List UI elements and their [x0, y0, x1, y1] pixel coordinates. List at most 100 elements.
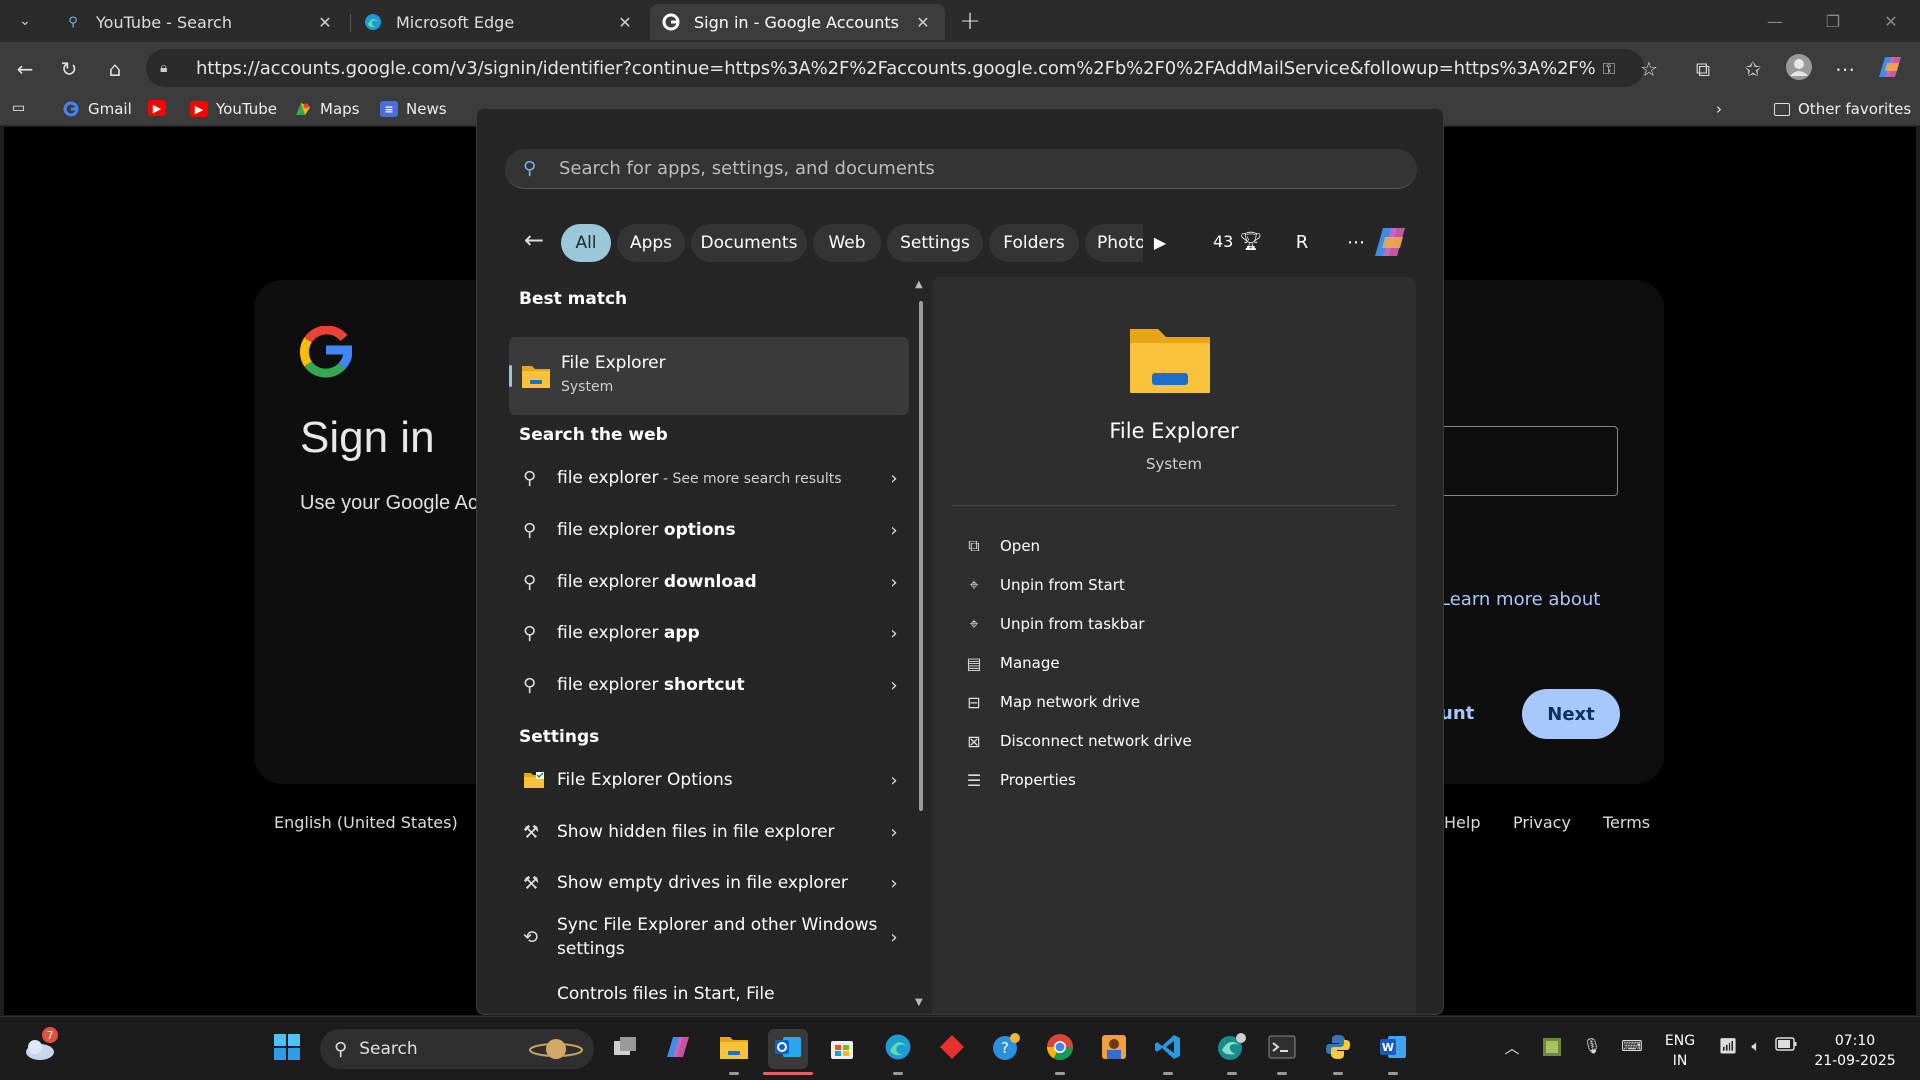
tab-youtube-search[interactable]: ⚲ YouTube - Search ✕ — [52, 4, 347, 40]
show-hidden-icons-button[interactable]: ︿ — [1500, 1037, 1524, 1058]
scroll-down-arrow-icon[interactable]: ▼ — [915, 997, 923, 1008]
python-app[interactable] — [1318, 1029, 1358, 1075]
back-button[interactable]: ← — [519, 225, 549, 255]
action-unpin-from-taskbar[interactable]: ⌖ Unpin from taskbar — [962, 609, 1144, 639]
web-result-item[interactable]: ⚲ file explorer download › — [509, 559, 909, 605]
settings-result-item[interactable]: ⟲ Sync File Explorer and other Windows s… — [509, 906, 909, 968]
account-avatar[interactable]: R — [1287, 227, 1317, 257]
volume-button[interactable]: 🔈︎ — [1744, 1037, 1768, 1055]
password-key-button[interactable]: ⚿ — [1592, 52, 1626, 86]
back-button[interactable]: ← — [8, 52, 42, 86]
terminal-app[interactable] — [1262, 1029, 1302, 1075]
tab-google-sign-in[interactable]: Sign in - Google Accounts ✕ — [650, 4, 945, 40]
settings-result-item[interactable]: File Explorer Options › — [509, 757, 909, 803]
new-tab-button[interactable]: + — [955, 6, 985, 36]
action-disconnect-network-drive[interactable]: ⊠ Disconnect network drive — [962, 726, 1191, 756]
tab-actions-menu-button[interactable]: ⌄ — [8, 6, 42, 36]
close-icon[interactable]: ✕ — [913, 13, 933, 32]
person-app[interactable] — [1094, 1029, 1134, 1069]
favorite-star-button[interactable]: ☆ — [1632, 52, 1666, 86]
word-app[interactable]: W — [1373, 1029, 1413, 1075]
clock[interactable]: 07:10 21-09-2025 — [1810, 1031, 1900, 1071]
action-open[interactable]: ⧉ Open — [962, 531, 1040, 561]
terms-link[interactable]: Terms — [1603, 813, 1650, 832]
action-manage[interactable]: ▤ Manage — [962, 648, 1059, 678]
language-selector[interactable]: English (United States) — [274, 813, 458, 832]
filter-all[interactable]: All — [561, 224, 611, 262]
file-explorer-app[interactable] — [714, 1029, 754, 1075]
web-result-item[interactable]: ⚲ file explorer - See more search result… — [509, 455, 909, 501]
outlook-app[interactable] — [763, 1029, 813, 1075]
filter-photos[interactable]: Photo — [1085, 224, 1143, 262]
bookmark-youtube[interactable]: ▶ YouTube — [190, 100, 277, 118]
filter-settings[interactable]: Settings — [887, 224, 983, 262]
bookmark-gmail[interactable]: Gmail — [62, 100, 132, 118]
bookmark-news[interactable]: ≡ News — [380, 100, 447, 118]
web-result-item[interactable]: ⚲ file explorer shortcut › — [509, 662, 909, 708]
filter-web[interactable]: Web — [813, 224, 881, 262]
microsoft-store-app[interactable] — [822, 1029, 862, 1069]
copilot-button[interactable] — [1371, 222, 1411, 262]
close-icon[interactable]: ✕ — [615, 13, 635, 32]
other-favorites[interactable]: Other favorites — [1774, 100, 1911, 118]
scrollbar-thumb[interactable] — [919, 301, 923, 811]
privacy-link[interactable]: Privacy — [1513, 813, 1571, 832]
start-button[interactable] — [267, 1029, 307, 1069]
action-map-network-drive[interactable]: ⊟ Map network drive — [962, 687, 1140, 717]
extensions-button[interactable]: ⧉ — [1686, 52, 1720, 86]
next-button[interactable]: Next — [1522, 689, 1620, 739]
settings-more-button[interactable]: ⋯ — [1828, 52, 1862, 86]
search-box[interactable]: ⚲ — [505, 149, 1417, 189]
settings-result-item[interactable]: ⚒ Show empty drives in file explorer › — [509, 860, 909, 906]
tray-app[interactable] — [1538, 1037, 1566, 1061]
filter-folders[interactable]: Folders — [989, 224, 1079, 262]
keyboard-button[interactable]: ⌨ — [1618, 1037, 1646, 1055]
web-result-item[interactable]: ⚲ file explorer options › — [509, 507, 909, 553]
help-app[interactable]: ? — [986, 1029, 1026, 1069]
rewards-points[interactable]: 43 🏆︎ — [1213, 231, 1262, 252]
settings-result-item[interactable]: ⚒ Show hidden files in file explorer › — [509, 809, 909, 855]
copilot-app[interactable] — [660, 1029, 700, 1069]
bookmark-youtube-icon-only[interactable]: ▶ — [148, 100, 174, 116]
bookmarks-overflow-button[interactable]: › — [1716, 100, 1722, 118]
action-properties[interactable]: ☰ Properties — [962, 765, 1076, 795]
favorites-button[interactable]: ✩ — [1736, 52, 1770, 86]
tab-microsoft-edge[interactable]: Microsoft Edge ✕ — [352, 4, 647, 40]
refresh-button[interactable]: ↻ — [52, 52, 86, 86]
filter-apps[interactable]: Apps — [617, 224, 685, 262]
settings-result-item[interactable]: Controls files in Start, File — [509, 971, 909, 1014]
web-result-item[interactable]: ⚲ file explorer app › — [509, 610, 909, 656]
copilot-button[interactable] — [1874, 52, 1908, 86]
minimize-button[interactable]: — — [1752, 0, 1798, 42]
tab-groups-button[interactable]: ▭ — [12, 100, 25, 116]
learn-more-link[interactable]: Learn more about — [1440, 589, 1600, 610]
results-scrollbar[interactable]: ▲ ▼ — [915, 279, 925, 1008]
filter-documents[interactable]: Documents — [691, 224, 807, 262]
action-unpin-from-start[interactable]: ⌖ Unpin from Start — [962, 570, 1124, 600]
weather-widget[interactable]: 7 — [20, 1027, 60, 1069]
url-text[interactable]: https://accounts.google.com/v3/signin/id… — [196, 58, 1596, 79]
search-input[interactable] — [559, 158, 1379, 179]
vscode-app[interactable] — [1148, 1029, 1188, 1075]
task-view-button[interactable] — [606, 1029, 646, 1069]
wifi-button[interactable]: 📶︎ — [1716, 1037, 1740, 1055]
window-close-button[interactable]: ✕ — [1868, 0, 1914, 42]
chrome-app[interactable] — [1040, 1029, 1080, 1075]
close-icon[interactable]: ✕ — [315, 13, 335, 32]
site-info-icon[interactable]: 🔒︎ — [160, 60, 178, 76]
edge-app[interactable] — [878, 1029, 918, 1075]
scroll-filters-right-button[interactable]: ▶ — [1147, 229, 1173, 255]
profile-button[interactable] — [1782, 52, 1816, 86]
microphone-button[interactable]: 🎙︎ — [1580, 1037, 1604, 1055]
battery-button[interactable] — [1772, 1037, 1800, 1055]
taskbar-search[interactable]: ⚲ Search — [320, 1029, 594, 1069]
best-match-item[interactable]: File Explorer System — [509, 337, 909, 415]
email-field[interactable] — [1420, 426, 1618, 496]
create-account-link[interactable]: unt — [1440, 703, 1474, 724]
bookmark-maps[interactable]: Maps — [294, 100, 359, 118]
help-link[interactable]: Help — [1444, 813, 1480, 832]
red-diamond-app[interactable] — [932, 1029, 972, 1069]
more-options-button[interactable]: ⋯ — [1341, 227, 1371, 257]
edge-dev-app[interactable] — [1212, 1029, 1252, 1075]
restore-button[interactable]: ❐ — [1810, 0, 1856, 42]
